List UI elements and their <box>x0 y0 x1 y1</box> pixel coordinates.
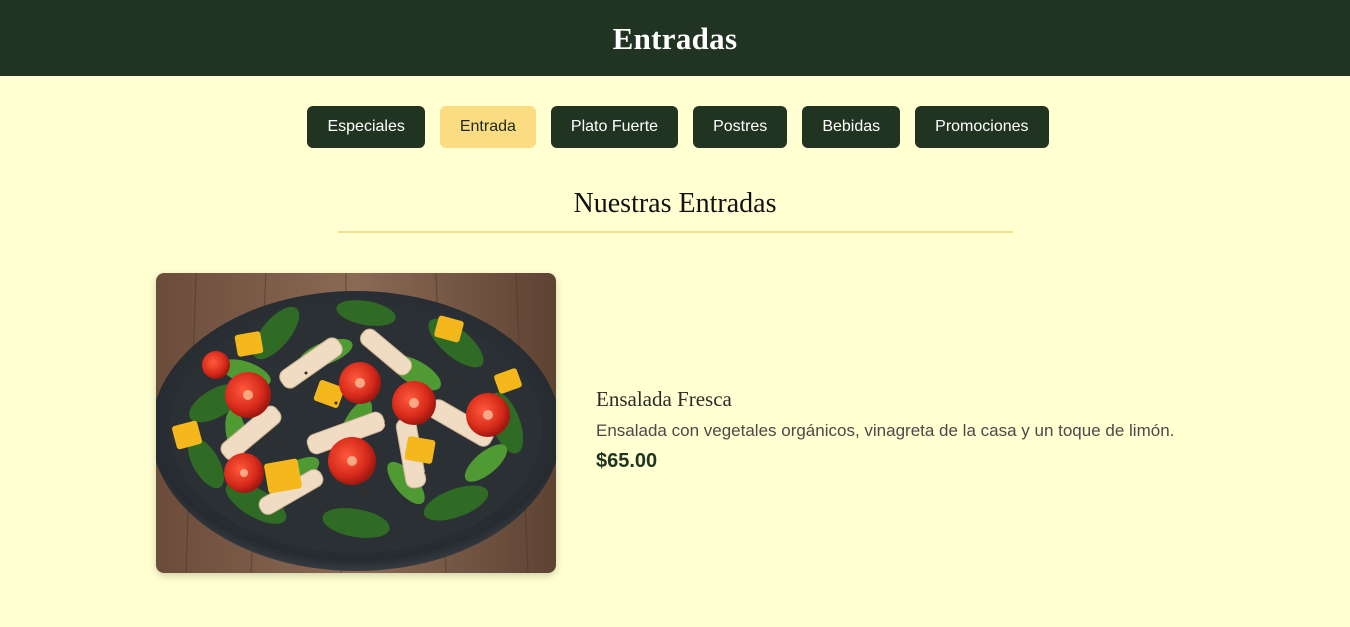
tab-entrada[interactable]: Entrada <box>439 106 536 148</box>
section-heading: Nuestras Entradas <box>0 190 1350 233</box>
dish-description: Ensalada con vegetales orgánicos, vinagr… <box>596 421 1175 440</box>
page-header: Entradas <box>0 0 1350 76</box>
dish-card: Ensalada Fresca Ensalada con vegetales o… <box>156 273 1350 573</box>
page-title: Entradas <box>612 21 738 56</box>
tab-postres[interactable]: Postres <box>693 106 788 148</box>
tab-especiales[interactable]: Especiales <box>307 106 425 148</box>
dish-image <box>156 273 556 573</box>
tab-bebidas[interactable]: Bebidas <box>802 106 901 148</box>
tab-promociones[interactable]: Promociones <box>915 106 1049 148</box>
tab-plato-fuerte[interactable]: Plato Fuerte <box>550 106 679 148</box>
category-nav: Especiales Entrada Plato Fuerte Postres … <box>0 106 1350 148</box>
dish-name: Ensalada Fresca <box>596 387 732 411</box>
section-title: Nuestras Entradas <box>573 188 777 219</box>
section-divider <box>337 231 1013 233</box>
dish-info: Ensalada Fresca Ensalada con vegetales o… <box>596 387 1174 473</box>
salad-photo-icon <box>156 273 556 573</box>
dish-price: $65.00 <box>596 450 658 472</box>
